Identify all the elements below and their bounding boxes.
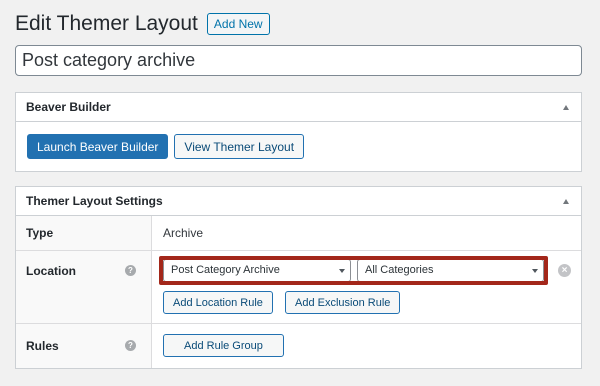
beaver-builder-box-title: Beaver Builder bbox=[26, 100, 111, 114]
add-location-rule-button[interactable]: Add Location Rule bbox=[163, 291, 273, 314]
settings-row-location: Location ? Post Category Archive All Cat… bbox=[16, 251, 581, 324]
beaver-builder-box-header: Beaver Builder bbox=[16, 93, 581, 122]
remove-rule-icon[interactable]: × bbox=[558, 264, 571, 277]
launch-beaver-builder-button[interactable]: Launch Beaver Builder bbox=[27, 134, 169, 159]
layout-title-input[interactable] bbox=[15, 45, 582, 76]
help-icon[interactable]: ? bbox=[125, 340, 136, 351]
settings-row-rules: Rules ? Add Rule Group bbox=[16, 324, 581, 368]
settings-box-title: Themer Layout Settings bbox=[26, 194, 163, 208]
themer-layout-settings-box: Themer Layout Settings Type Archive Loca… bbox=[15, 186, 582, 369]
location-select[interactable]: Post Category Archive bbox=[163, 259, 351, 282]
view-themer-layout-button[interactable]: View Themer Layout bbox=[174, 134, 305, 159]
add-rule-group-button[interactable]: Add Rule Group bbox=[163, 334, 284, 357]
rules-label-cell: Rules ? bbox=[16, 324, 152, 368]
type-value: Archive bbox=[163, 226, 204, 240]
collapse-toggle-icon[interactable] bbox=[563, 104, 569, 110]
rules-label: Rules bbox=[26, 339, 59, 353]
page-title: Edit Themer Layout bbox=[15, 12, 198, 35]
help-icon[interactable]: ? bbox=[125, 265, 136, 276]
collapse-toggle-icon[interactable] bbox=[563, 198, 569, 204]
location-value-cell: Post Category Archive All Categories × A… bbox=[152, 251, 581, 323]
category-select-value: All Categories bbox=[365, 264, 434, 276]
chevron-down-icon bbox=[339, 269, 345, 273]
location-label: Location bbox=[26, 264, 76, 278]
location-select-value: Post Category Archive bbox=[171, 264, 280, 276]
beaver-builder-box: Beaver Builder Launch Beaver Builder Vie… bbox=[15, 92, 582, 172]
add-new-button[interactable]: Add New bbox=[206, 13, 270, 35]
settings-box-header: Themer Layout Settings bbox=[16, 187, 581, 216]
add-exclusion-rule-button[interactable]: Add Exclusion Rule bbox=[285, 291, 401, 314]
type-label: Type bbox=[16, 216, 152, 250]
page-header: Edit Themer Layout Add New bbox=[15, 12, 270, 36]
rules-value-cell: Add Rule Group bbox=[152, 324, 581, 368]
category-select[interactable]: All Categories bbox=[357, 259, 544, 282]
beaver-builder-box-body: Launch Beaver Builder View Themer Layout bbox=[16, 122, 581, 171]
location-label-cell: Location ? bbox=[16, 251, 152, 323]
settings-row-type: Type Archive bbox=[16, 216, 581, 251]
chevron-down-icon bbox=[532, 269, 538, 273]
